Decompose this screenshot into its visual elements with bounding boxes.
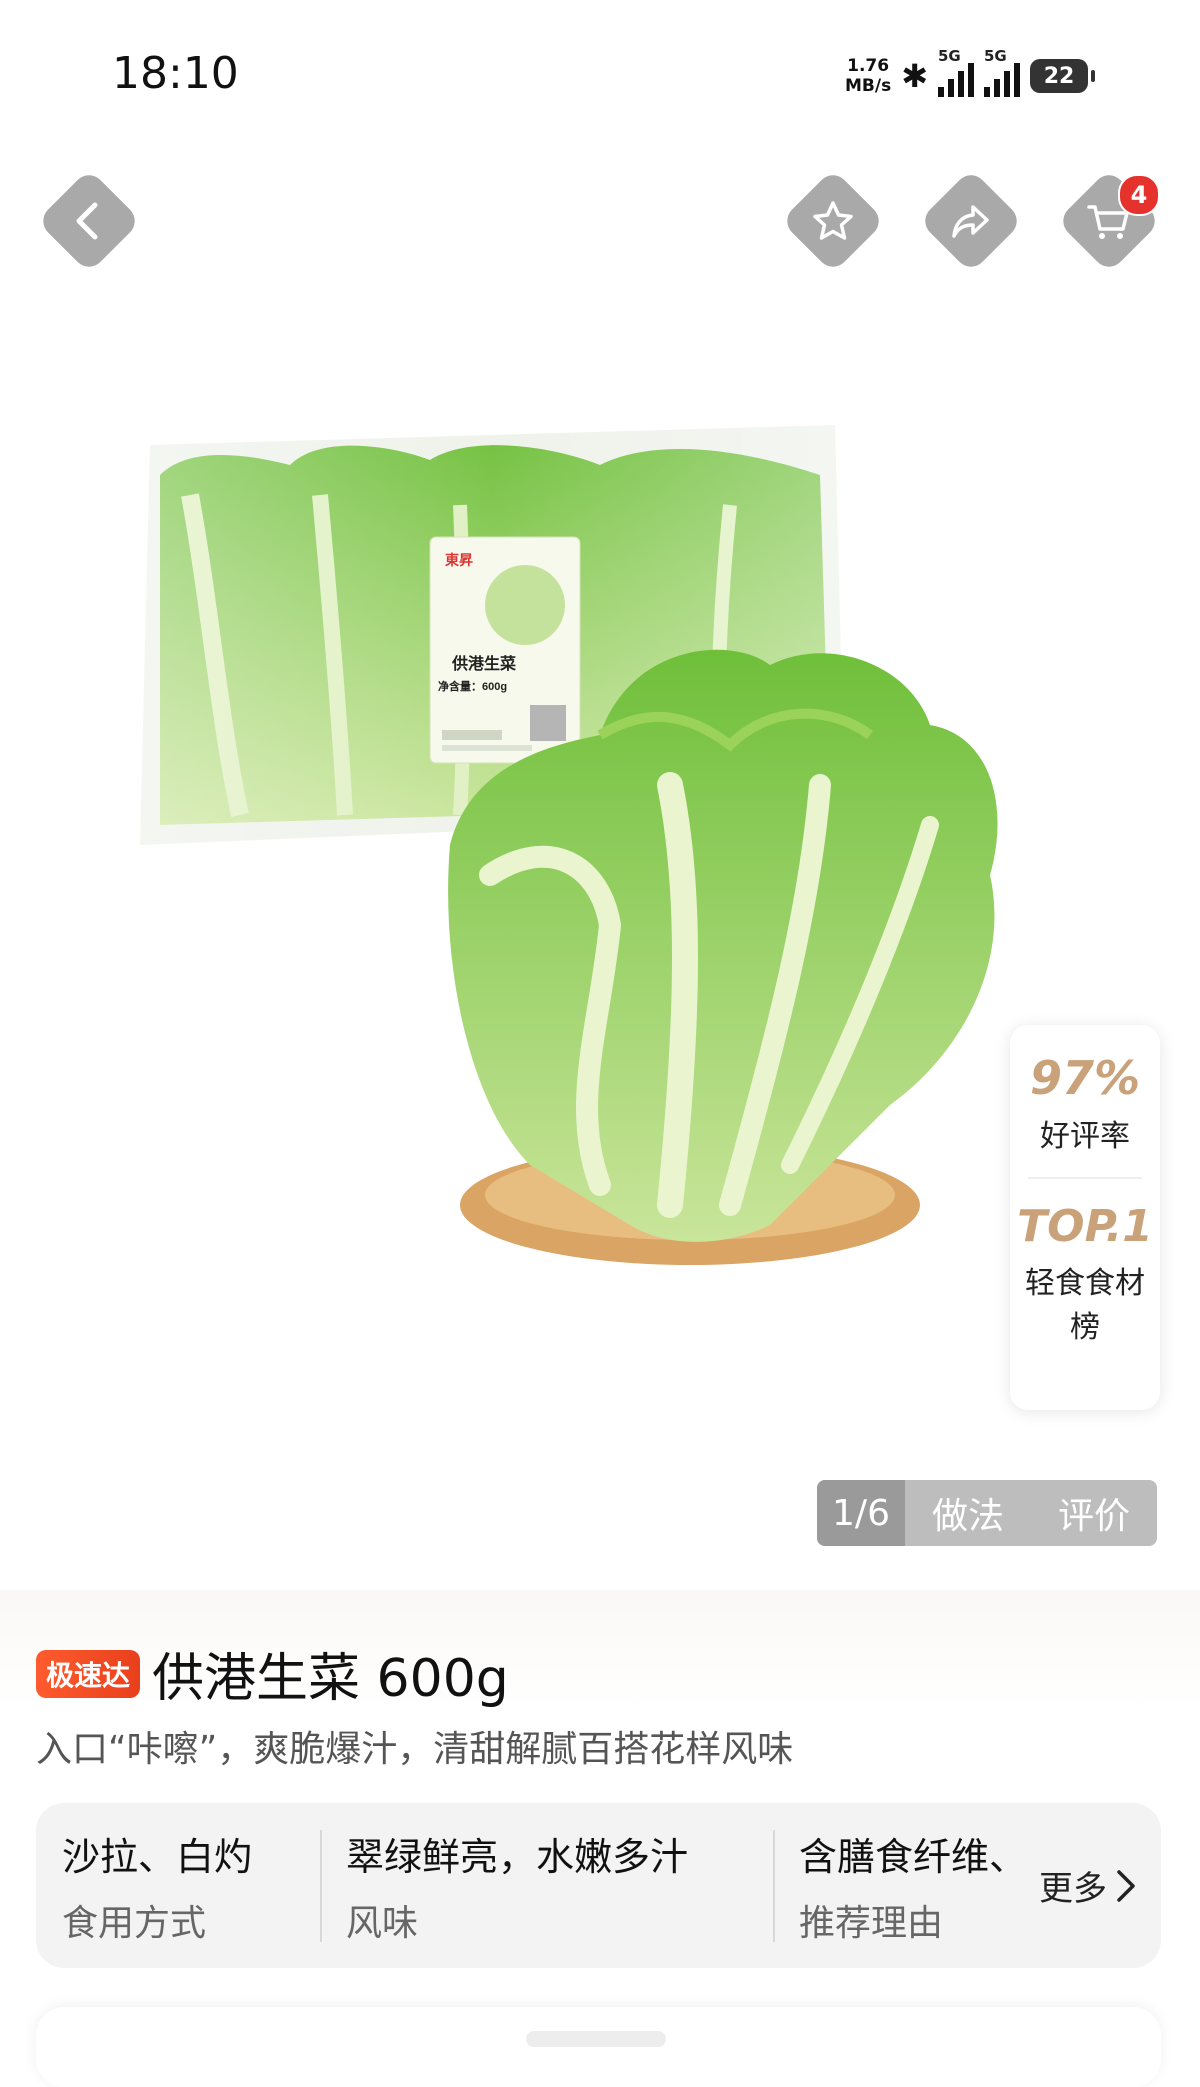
signal-type-label: 5G — [938, 47, 961, 65]
more-label: 更多 — [1039, 1869, 1107, 1909]
attribute-label: 风味 — [346, 1902, 419, 1944]
signal-icon: 5G — [984, 47, 1020, 97]
cart-count-badge: 4 — [1118, 174, 1160, 216]
attribute-label: 食用方式 — [62, 1902, 207, 1944]
package-brand: 東昇 — [445, 552, 473, 568]
tab-reviews[interactable]: 评价 — [1031, 1480, 1157, 1546]
tab-method[interactable]: 做法 — [905, 1480, 1031, 1546]
next-section-card — [36, 2007, 1161, 2087]
attributes-panel[interactable]: 沙拉、白灼 食用方式 翠绿鲜亮，水嫩多汁 风味 含膳食纤维、 推荐理由 更多 — [36, 1803, 1161, 1968]
share-icon — [952, 205, 989, 238]
cart-button[interactable]: 4 — [1056, 168, 1162, 274]
rating-value: 97% — [1029, 1051, 1141, 1105]
product-subtitle: 入口“咔嚓”，爽脆爆汁，清甜解腻百搭花样风味 — [36, 1729, 794, 1770]
attribute-usage: 沙拉、白灼 食用方式 — [36, 1826, 320, 1946]
gallery-counter[interactable]: 1/6 — [817, 1480, 905, 1546]
star-icon — [813, 201, 853, 240]
network-speed-value: 1.76 — [847, 56, 890, 76]
attribute-value: 沙拉、白灼 — [62, 1834, 253, 1879]
signal-icon: 5G — [938, 47, 974, 97]
drag-handle[interactable] — [526, 2031, 666, 2047]
battery-icon: 22 — [1030, 59, 1095, 93]
rating-divider — [1028, 1177, 1142, 1179]
rank-value: TOP.1 — [1017, 1201, 1153, 1252]
status-time: 18:10 — [112, 48, 239, 99]
network-speed-unit: MB/s — [844, 76, 892, 96]
product-title-row: 极速达 供港生菜 600g — [36, 1636, 509, 1711]
rating-card[interactable]: 97% 好评率 TOP.1 轻食食材榜 — [1010, 1025, 1160, 1410]
express-delivery-tag: 极速达 — [36, 1649, 141, 1698]
package-label: 東昇 供港生菜 净含量：600g — [429, 536, 581, 764]
chevron-left-icon — [76, 202, 98, 240]
package-weight: 净含量：600g — [438, 679, 507, 693]
favorite-button[interactable] — [780, 168, 886, 274]
rating-label: 好评率 — [1040, 1119, 1130, 1154]
chevron-right-icon — [1117, 1869, 1135, 1902]
network-speed: 1.76 MB/s — [845, 56, 891, 96]
attribute-flavor: 翠绿鲜亮，水嫩多汁 风味 — [320, 1826, 773, 1946]
share-button[interactable] — [918, 168, 1024, 274]
signal-type-label: 5G — [984, 47, 1007, 65]
package-name: 供港生菜 — [451, 654, 516, 673]
back-button[interactable] — [36, 168, 142, 274]
more-attributes-button[interactable]: 更多 — [999, 1803, 1137, 1968]
bluetooth-icon: ✱ — [901, 57, 928, 95]
gallery-tabs: 1/6 做法 评价 — [817, 1480, 1157, 1546]
attribute-value: 翠绿鲜亮，水嫩多汁 — [346, 1834, 689, 1879]
status-icons: 1.76 MB/s ✱ 5G 5G 22 — [845, 47, 1095, 104]
product-title: 供港生菜 600g — [152, 1649, 509, 1709]
product-image[interactable]: 東昇 供港生菜 净含量：600g — [130, 405, 1115, 1285]
rank-label: 轻食食材榜 — [1025, 1266, 1145, 1345]
